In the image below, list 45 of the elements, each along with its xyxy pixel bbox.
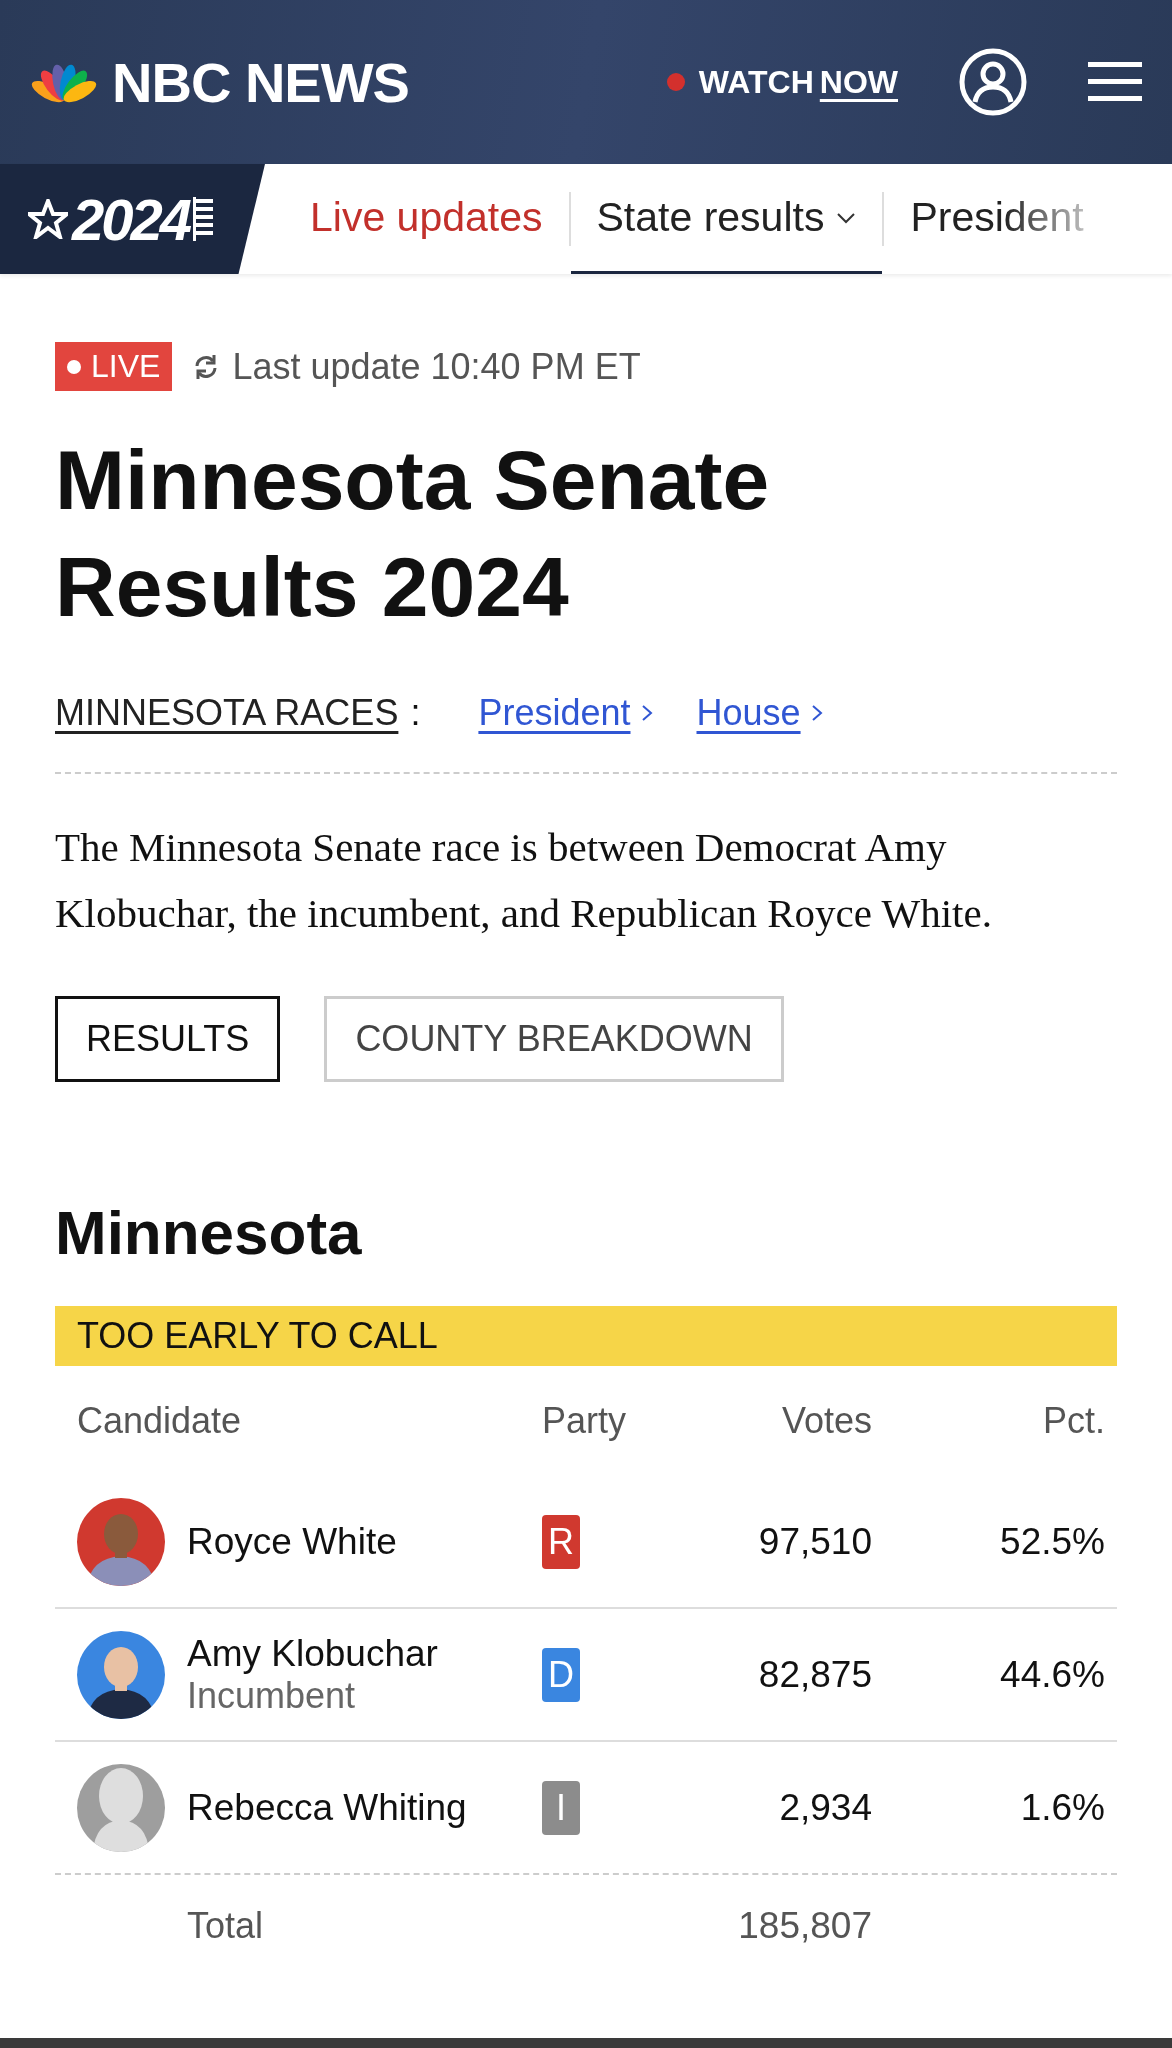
races-label: MINNESOTA RACES	[55, 692, 399, 735]
race-summary: The Minnesota Senate race is between Democrat Amy Klobuchar, the incumbent, and Republican Royce White.	[55, 823, 993, 939]
vote-percent: 1.6%	[1019, 1786, 1105, 1829]
live-badge: LIVE	[55, 342, 173, 391]
column-header: Candidate	[77, 1400, 243, 1443]
party-tag: D	[542, 1647, 580, 1702]
candidate-name: Royce White	[187, 1520, 397, 1563]
party-tag: R	[542, 1514, 580, 1569]
race-link[interactable]: House	[696, 692, 823, 735]
page-title: Minnesota Senate Results 2024	[55, 432, 771, 636]
menu-icon[interactable]	[1088, 60, 1142, 104]
column-header: Party	[542, 1400, 628, 1443]
view-tab[interactable]: RESULTS	[55, 996, 281, 1083]
nav-tab[interactable]: State results	[570, 164, 883, 274]
user-account-icon[interactable]	[958, 47, 1028, 117]
separator-colon: :	[410, 692, 421, 735]
brand-name[interactable]: NBC NEWS	[112, 49, 409, 115]
badge-year: 2024	[72, 185, 190, 253]
total-label: Total	[186, 1905, 265, 1948]
nav-tab[interactable]: President	[884, 164, 1084, 274]
race-link[interactable]: President	[478, 692, 653, 735]
chevron-right-icon	[810, 703, 823, 724]
chevron-down-icon	[836, 211, 857, 224]
last-update-time: Last update 10:40 PM ET	[232, 345, 641, 388]
candidate-note: Incumbent	[187, 1674, 357, 1717]
vote-percent: 52.5%	[999, 1520, 1105, 1563]
view-tab[interactable]: COUNTY BREAKDOWN	[324, 996, 784, 1083]
vote-count: 97,510	[757, 1520, 872, 1563]
region-heading: Minnesota	[55, 1202, 363, 1265]
vote-count: 82,875	[757, 1653, 872, 1696]
chevron-right-icon	[640, 703, 653, 724]
column-header: Pct.	[1042, 1400, 1105, 1443]
vote-percent: 44.6%	[999, 1653, 1105, 1696]
election-2024-badge[interactable]: 2024	[0, 164, 265, 274]
total-votes: 185,807	[737, 1905, 872, 1948]
watch-now-link[interactable]: WATCH NOW	[666, 63, 898, 101]
candidate-name: Rebecca Whiting	[187, 1786, 467, 1829]
ballot-lines-icon	[193, 197, 216, 241]
star-icon	[28, 199, 68, 239]
party-tag: I	[542, 1780, 580, 1835]
vote-count: 2,934	[778, 1786, 872, 1829]
candidate-name: Amy Klobuchar	[187, 1632, 438, 1675]
race-status-banner: TOO EARLY TO CALL	[55, 1306, 1117, 1367]
nav-tab[interactable]: Live updates	[310, 164, 569, 274]
column-header: Votes	[780, 1400, 872, 1443]
